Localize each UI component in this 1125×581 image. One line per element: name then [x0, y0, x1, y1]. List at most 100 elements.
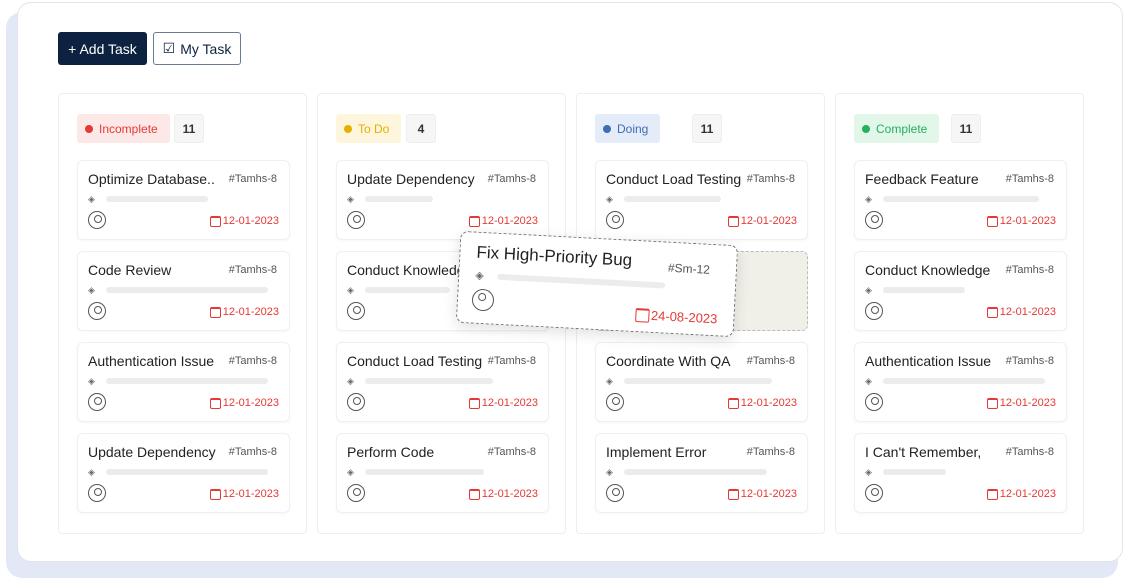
- card-tag: #Tamhs-8: [228, 355, 277, 367]
- card-title: Feedback Feature: [865, 171, 979, 187]
- status-dot-icon: [85, 124, 93, 133]
- card-date: 12-01-2023: [222, 306, 279, 318]
- layers-icon: ◈: [347, 467, 354, 477]
- avatar[interactable]: [865, 211, 883, 229]
- card-title: Conduct Load Testing: [606, 171, 742, 187]
- task-card[interactable]: Update Dependency #Tamhs-8 ◈ 12-01-2023: [77, 433, 290, 513]
- task-card[interactable]: Conduct Load Testing #Tamhs-8 ◈ 12-01-20…: [336, 342, 549, 422]
- card-title: Update Dependency: [347, 171, 475, 187]
- card-date: 12-01-2023: [222, 397, 279, 409]
- progress-bar: [624, 196, 721, 202]
- avatar[interactable]: [606, 484, 624, 502]
- card-date: 12-01-2023: [999, 488, 1056, 500]
- avatar[interactable]: [88, 484, 106, 502]
- card-date: 12-01-2023: [999, 215, 1056, 227]
- card-tag: #Tamhs-8: [1005, 446, 1054, 458]
- avatar[interactable]: [347, 211, 365, 229]
- avatar[interactable]: [865, 393, 883, 411]
- card-title: Coordinate With QA: [606, 353, 731, 369]
- avatar[interactable]: [88, 393, 106, 411]
- layers-icon: ◈: [606, 467, 613, 477]
- task-card[interactable]: Update Dependency #Tamhs-8 ◈ 12-01-2023: [336, 160, 549, 240]
- layers-icon: ◈: [88, 467, 95, 477]
- calendar-icon: [727, 488, 739, 500]
- card-tag: #Tamhs-8: [228, 173, 277, 185]
- progress-bar: [883, 196, 1039, 202]
- add-task-button[interactable]: + Add Task: [58, 32, 147, 65]
- layers-icon: ◈: [88, 285, 95, 295]
- avatar[interactable]: [471, 288, 495, 312]
- avatar[interactable]: [606, 211, 624, 229]
- card-title: Conduct Knowledge: [347, 262, 473, 278]
- card-tag: #Tamhs-8: [746, 355, 795, 367]
- checkbox-icon: ☑: [162, 40, 176, 56]
- avatar[interactable]: [347, 484, 365, 502]
- dragged-card[interactable]: Fix High-Priority Bug #Sm-12 ◈ 24-08-202…: [455, 230, 739, 338]
- avatar[interactable]: [865, 302, 883, 320]
- task-count: 4: [406, 114, 436, 143]
- avatar[interactable]: [347, 302, 365, 320]
- status-badge: Doing: [595, 114, 661, 143]
- card-title: Optimize Database..: [88, 171, 215, 187]
- card-date: 24-08-2023: [650, 307, 718, 327]
- task-card[interactable]: Code Review #Tamhs-8 ◈ 12-01-2023: [77, 251, 290, 331]
- task-card[interactable]: Conduct Knowledge #Tamhs-8 ◈ 12-01-2023: [854, 251, 1067, 331]
- card-tag: #Tamhs-8: [228, 264, 277, 276]
- column-complete: Complete 11 Feedback Feature #Tamhs-8 ◈ …: [835, 93, 1084, 534]
- avatar[interactable]: [88, 211, 106, 229]
- progress-bar: [365, 196, 433, 202]
- task-card[interactable]: Feedback Feature #Tamhs-8 ◈ 12-01-2023: [854, 160, 1067, 240]
- task-card[interactable]: Conduct Load Testing #Tamhs-8 ◈ 12-01-20…: [595, 160, 808, 240]
- layers-icon: ◈: [88, 194, 95, 204]
- calendar-icon: [468, 397, 480, 409]
- layers-icon: ◈: [865, 285, 872, 295]
- card-title: Conduct Knowledge: [865, 262, 991, 278]
- progress-bar: [106, 196, 208, 202]
- task-card[interactable]: Authentication Issue #Tamhs-8 ◈ 12-01-20…: [854, 342, 1067, 422]
- card-tag: #Tamhs-8: [746, 446, 795, 458]
- progress-bar: [883, 287, 965, 293]
- task-card[interactable]: Coordinate With QA #Tamhs-8 ◈ 12-01-2023: [595, 342, 808, 422]
- card-title: Code Review: [88, 262, 172, 278]
- layers-icon: ◈: [865, 467, 872, 477]
- card-tag: #Tamhs-8: [487, 355, 536, 367]
- card-date: 12-01-2023: [999, 397, 1056, 409]
- layers-icon: ◈: [606, 376, 613, 386]
- card-date: 12-01-2023: [740, 488, 797, 500]
- card-tag: #Tamhs-8: [1005, 264, 1054, 276]
- task-card[interactable]: Perform Code #Tamhs-8 ◈ 12-01-2023: [336, 433, 549, 513]
- calendar-icon: [634, 307, 650, 323]
- layers-icon: ◈: [88, 376, 95, 386]
- calendar-icon: [727, 215, 739, 227]
- layers-icon: ◈: [474, 269, 485, 283]
- status-dot-icon: [344, 124, 352, 133]
- task-card[interactable]: I Can't Remember, #Tamhs-8 ◈ 12-01-2023: [854, 433, 1067, 513]
- avatar[interactable]: [88, 302, 106, 320]
- avatar[interactable]: [865, 484, 883, 502]
- task-card[interactable]: Authentication Issue #Tamhs-8 ◈ 12-01-20…: [77, 342, 290, 422]
- card-date: 12-01-2023: [740, 215, 797, 227]
- task-card[interactable]: Implement Error #Tamhs-8 ◈ 12-01-2023: [595, 433, 808, 513]
- task-count: 11: [951, 114, 981, 143]
- avatar[interactable]: [347, 393, 365, 411]
- progress-bar: [106, 287, 268, 293]
- card-tag: #Tamhs-8: [1005, 173, 1054, 185]
- card-date: 12-01-2023: [740, 397, 797, 409]
- progress-bar: [106, 378, 268, 384]
- card-title: Fix High-Priority Bug: [476, 242, 633, 270]
- layers-icon: ◈: [347, 376, 354, 386]
- avatar[interactable]: [606, 393, 624, 411]
- layers-icon: ◈: [865, 194, 872, 204]
- layers-icon: ◈: [347, 285, 354, 295]
- card-title: Authentication Issue: [88, 353, 215, 369]
- card-date: 12-01-2023: [481, 397, 538, 409]
- task-card[interactable]: Optimize Database.. #Tamhs-8 ◈ 12-01-202…: [77, 160, 290, 240]
- progress-bar: [624, 378, 772, 384]
- progress-bar: [106, 469, 268, 475]
- my-task-button[interactable]: ☑ My Task: [153, 32, 241, 65]
- calendar-icon: [468, 215, 480, 227]
- status-label: Doing: [617, 121, 649, 136]
- task-count: 11: [174, 114, 204, 143]
- status-label: Incomplete: [99, 121, 158, 136]
- card-tag: #Tamhs-8: [746, 173, 795, 185]
